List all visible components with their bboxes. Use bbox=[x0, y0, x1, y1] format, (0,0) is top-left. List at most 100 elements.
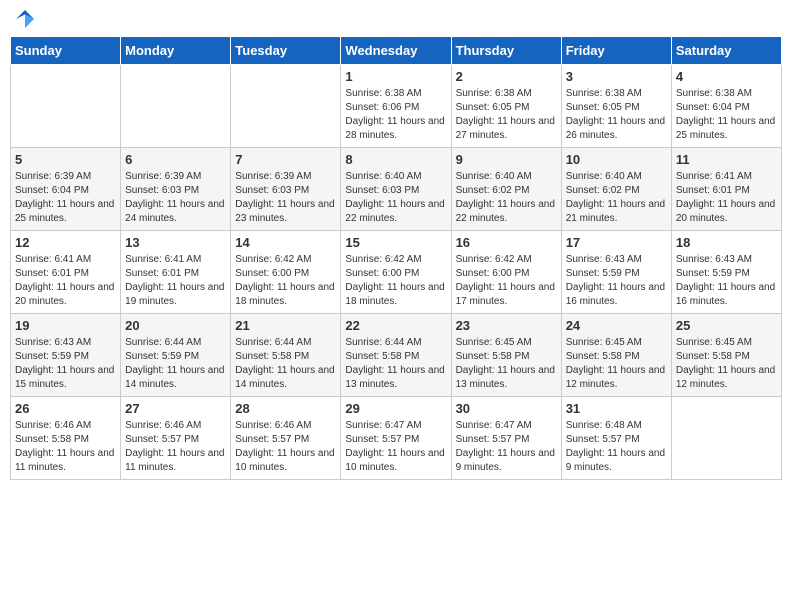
day-info: Sunrise: 6:42 AMSunset: 6:00 PMDaylight:… bbox=[456, 253, 557, 309]
calendar-day-cell: 26 Sunrise: 6:46 AMSunset: 5:58 PMDayligh… bbox=[11, 397, 121, 480]
header bbox=[10, 10, 782, 28]
day-info: Sunrise: 6:42 AMSunset: 6:00 PMDaylight:… bbox=[235, 253, 336, 309]
day-number: 11 bbox=[676, 152, 777, 167]
day-number: 4 bbox=[676, 69, 777, 84]
calendar-day-cell bbox=[121, 65, 231, 148]
calendar-day-cell: 28 Sunrise: 6:46 AMSunset: 5:57 PMDayligh… bbox=[231, 397, 341, 480]
day-info: Sunrise: 6:39 AMSunset: 6:03 PMDaylight:… bbox=[235, 170, 336, 226]
weekday-header: Thursday bbox=[451, 37, 561, 65]
day-number: 21 bbox=[235, 318, 336, 333]
calendar-day-cell: 4 Sunrise: 6:38 AMSunset: 6:04 PMDaylight… bbox=[671, 65, 781, 148]
day-number: 30 bbox=[456, 401, 557, 416]
day-info: Sunrise: 6:44 AMSunset: 5:58 PMDaylight:… bbox=[345, 336, 446, 392]
day-number: 17 bbox=[566, 235, 667, 250]
calendar-week-row: 19Sunrise: 6:43 AMSunset: 5:59 PMDayligh… bbox=[11, 314, 782, 397]
day-info: Sunrise: 6:47 AMSunset: 5:57 PMDaylight:… bbox=[456, 419, 557, 475]
weekday-header: Friday bbox=[561, 37, 671, 65]
calendar-week-row: 5 Sunrise: 6:39 AMSunset: 6:04 PMDaylight… bbox=[11, 148, 782, 231]
day-number: 20 bbox=[125, 318, 226, 333]
day-number: 7 bbox=[235, 152, 336, 167]
calendar-day-cell: 16 Sunrise: 6:42 AMSunset: 6:00 PMDayligh… bbox=[451, 231, 561, 314]
day-info: Sunrise: 6:46 AMSunset: 5:57 PMDaylight:… bbox=[235, 419, 336, 475]
calendar-day-cell: 20 Sunrise: 6:44 AMSunset: 5:59 PMDayligh… bbox=[121, 314, 231, 397]
weekday-header: Monday bbox=[121, 37, 231, 65]
calendar-day-cell: 14 Sunrise: 6:42 AMSunset: 6:00 PMDayligh… bbox=[231, 231, 341, 314]
day-number: 23 bbox=[456, 318, 557, 333]
calendar-header-row: SundayMondayTuesdayWednesdayThursdayFrid… bbox=[11, 37, 782, 65]
day-info: Sunrise: 6:38 AMSunset: 6:06 PMDaylight:… bbox=[345, 87, 446, 143]
day-number: 18 bbox=[676, 235, 777, 250]
day-number: 26 bbox=[15, 401, 116, 416]
calendar-day-cell: 31Sunrise: 6:48 AMSunset: 5:57 PMDayligh… bbox=[561, 397, 671, 480]
day-number: 8 bbox=[345, 152, 446, 167]
day-number: 6 bbox=[125, 152, 226, 167]
day-info: Sunrise: 6:38 AMSunset: 6:05 PMDaylight:… bbox=[456, 87, 557, 143]
day-number: 3 bbox=[566, 69, 667, 84]
day-info: Sunrise: 6:43 AMSunset: 5:59 PMDaylight:… bbox=[676, 253, 777, 309]
day-info: Sunrise: 6:41 AMSunset: 6:01 PMDaylight:… bbox=[125, 253, 226, 309]
day-info: Sunrise: 6:39 AMSunset: 6:04 PMDaylight:… bbox=[15, 170, 116, 226]
day-info: Sunrise: 6:44 AMSunset: 5:58 PMDaylight:… bbox=[235, 336, 336, 392]
day-number: 16 bbox=[456, 235, 557, 250]
calendar-day-cell: 21 Sunrise: 6:44 AMSunset: 5:58 PMDayligh… bbox=[231, 314, 341, 397]
day-info: Sunrise: 6:45 AMSunset: 5:58 PMDaylight:… bbox=[566, 336, 667, 392]
calendar-day-cell: 8 Sunrise: 6:40 AMSunset: 6:03 PMDaylight… bbox=[341, 148, 451, 231]
calendar-day-cell: 11 Sunrise: 6:41 AMSunset: 6:01 PMDayligh… bbox=[671, 148, 781, 231]
day-info: Sunrise: 6:38 AMSunset: 6:04 PMDaylight:… bbox=[676, 87, 777, 143]
day-info: Sunrise: 6:41 AMSunset: 6:01 PMDaylight:… bbox=[15, 253, 116, 309]
day-info: Sunrise: 6:45 AMSunset: 5:58 PMDaylight:… bbox=[456, 336, 557, 392]
day-number: 24 bbox=[566, 318, 667, 333]
calendar-day-cell: 5 Sunrise: 6:39 AMSunset: 6:04 PMDaylight… bbox=[11, 148, 121, 231]
calendar-day-cell: 10Sunrise: 6:40 AMSunset: 6:02 PMDayligh… bbox=[561, 148, 671, 231]
calendar-day-cell: 15 Sunrise: 6:42 AMSunset: 6:00 PMDayligh… bbox=[341, 231, 451, 314]
calendar-day-cell: 13Sunrise: 6:41 AMSunset: 6:01 PMDayligh… bbox=[121, 231, 231, 314]
calendar-day-cell: 22Sunrise: 6:44 AMSunset: 5:58 PMDayligh… bbox=[341, 314, 451, 397]
day-number: 2 bbox=[456, 69, 557, 84]
day-number: 25 bbox=[676, 318, 777, 333]
day-info: Sunrise: 6:44 AMSunset: 5:59 PMDaylight:… bbox=[125, 336, 226, 392]
day-number: 5 bbox=[15, 152, 116, 167]
day-number: 28 bbox=[235, 401, 336, 416]
calendar-table: SundayMondayTuesdayWednesdayThursdayFrid… bbox=[10, 36, 782, 480]
weekday-header: Sunday bbox=[11, 37, 121, 65]
day-info: Sunrise: 6:38 AMSunset: 6:05 PMDaylight:… bbox=[566, 87, 667, 143]
calendar-week-row: 1 Sunrise: 6:38 AMSunset: 6:06 PMDaylight… bbox=[11, 65, 782, 148]
day-info: Sunrise: 6:46 AMSunset: 5:57 PMDaylight:… bbox=[125, 419, 226, 475]
calendar-day-cell: 27Sunrise: 6:46 AMSunset: 5:57 PMDayligh… bbox=[121, 397, 231, 480]
calendar-day-cell: 18 Sunrise: 6:43 AMSunset: 5:59 PMDayligh… bbox=[671, 231, 781, 314]
day-number: 9 bbox=[456, 152, 557, 167]
day-info: Sunrise: 6:43 AMSunset: 5:59 PMDaylight:… bbox=[566, 253, 667, 309]
day-number: 29 bbox=[345, 401, 446, 416]
calendar-day-cell: 7 Sunrise: 6:39 AMSunset: 6:03 PMDaylight… bbox=[231, 148, 341, 231]
calendar-day-cell: 9Sunrise: 6:40 AMSunset: 6:02 PMDaylight… bbox=[451, 148, 561, 231]
day-info: Sunrise: 6:41 AMSunset: 6:01 PMDaylight:… bbox=[676, 170, 777, 226]
calendar-day-cell: 25Sunrise: 6:45 AMSunset: 5:58 PMDayligh… bbox=[671, 314, 781, 397]
calendar-day-cell: 19Sunrise: 6:43 AMSunset: 5:59 PMDayligh… bbox=[11, 314, 121, 397]
day-number: 1 bbox=[345, 69, 446, 84]
day-info: Sunrise: 6:39 AMSunset: 6:03 PMDaylight:… bbox=[125, 170, 226, 226]
calendar-day-cell bbox=[11, 65, 121, 148]
calendar-day-cell: 23 Sunrise: 6:45 AMSunset: 5:58 PMDayligh… bbox=[451, 314, 561, 397]
calendar-day-cell: 24 Sunrise: 6:45 AMSunset: 5:58 PMDayligh… bbox=[561, 314, 671, 397]
calendar-day-cell: 30 Sunrise: 6:47 AMSunset: 5:57 PMDayligh… bbox=[451, 397, 561, 480]
day-number: 14 bbox=[235, 235, 336, 250]
calendar-day-cell: 3 Sunrise: 6:38 AMSunset: 6:05 PMDaylight… bbox=[561, 65, 671, 148]
day-number: 15 bbox=[345, 235, 446, 250]
day-number: 12 bbox=[15, 235, 116, 250]
calendar-day-cell: 29 Sunrise: 6:47 AMSunset: 5:57 PMDayligh… bbox=[341, 397, 451, 480]
day-info: Sunrise: 6:48 AMSunset: 5:57 PMDaylight:… bbox=[566, 419, 667, 475]
day-info: Sunrise: 6:42 AMSunset: 6:00 PMDaylight:… bbox=[345, 253, 446, 309]
calendar-day-cell bbox=[671, 397, 781, 480]
day-info: Sunrise: 6:40 AMSunset: 6:02 PMDaylight:… bbox=[566, 170, 667, 226]
logo bbox=[14, 10, 34, 28]
calendar-day-cell bbox=[231, 65, 341, 148]
day-info: Sunrise: 6:40 AMSunset: 6:03 PMDaylight:… bbox=[345, 170, 446, 226]
day-number: 19 bbox=[15, 318, 116, 333]
calendar-week-row: 26 Sunrise: 6:46 AMSunset: 5:58 PMDayligh… bbox=[11, 397, 782, 480]
calendar-day-cell: 6 Sunrise: 6:39 AMSunset: 6:03 PMDaylight… bbox=[121, 148, 231, 231]
day-info: Sunrise: 6:46 AMSunset: 5:58 PMDaylight:… bbox=[15, 419, 116, 475]
weekday-header: Saturday bbox=[671, 37, 781, 65]
day-info: Sunrise: 6:47 AMSunset: 5:57 PMDaylight:… bbox=[345, 419, 446, 475]
calendar-day-cell: 17 Sunrise: 6:43 AMSunset: 5:59 PMDayligh… bbox=[561, 231, 671, 314]
calendar-day-cell: 1 Sunrise: 6:38 AMSunset: 6:06 PMDaylight… bbox=[341, 65, 451, 148]
